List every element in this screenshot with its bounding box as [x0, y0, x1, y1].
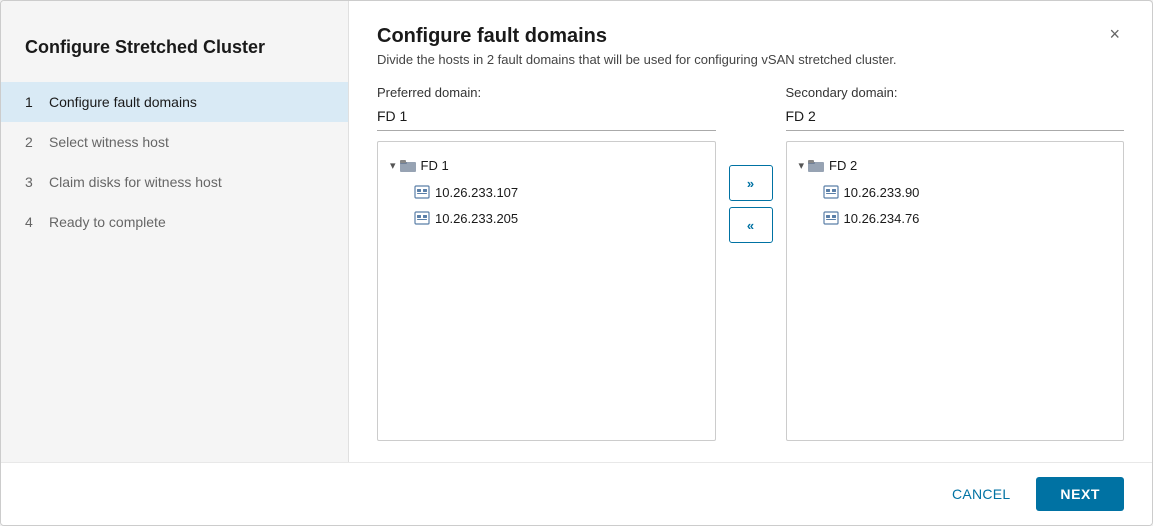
preferred-domain-section: Preferred domain: ▾ FD 1 [377, 85, 716, 441]
step-1-label: Configure fault domains [49, 94, 197, 110]
main-title: Configure fault domains [377, 25, 607, 48]
secondary-host-1-icon [823, 184, 839, 200]
preferred-host-2-row: 10.26.233.205 [378, 205, 715, 231]
preferred-host-1-icon [414, 184, 430, 200]
step-1-num: 1 [25, 94, 41, 110]
secondary-domain-box: ▾ FD 2 [786, 141, 1125, 441]
secondary-domain-label: Secondary domain: [786, 85, 1125, 100]
secondary-host-2-ip: 10.26.234.76 [844, 211, 920, 226]
preferred-host-1-ip: 10.26.233.107 [435, 185, 518, 200]
step-2-num: 2 [25, 134, 41, 150]
secondary-domain-folder-row: ▾ FD 2 [787, 152, 1124, 179]
domains-container: Preferred domain: ▾ FD 1 [377, 85, 1124, 525]
preferred-host-2-icon [414, 210, 430, 226]
preferred-host-1-row: 10.26.233.107 [378, 179, 715, 205]
move-right-button[interactable]: » [729, 165, 773, 201]
preferred-folder-chevron-icon: ▾ [390, 159, 396, 172]
transfer-buttons-area: » « [716, 85, 786, 243]
step-3-num: 3 [25, 174, 41, 190]
main-content: Configure fault domains × Divide the hos… [349, 1, 1152, 525]
preferred-folder-icon [400, 159, 416, 173]
sidebar-item-4[interactable]: 4 Ready to complete [1, 202, 348, 242]
preferred-domain-folder-row: ▾ FD 1 [378, 152, 715, 179]
secondary-folder-icon [808, 159, 824, 173]
secondary-domain-section: Secondary domain: ▾ FD 2 [786, 85, 1125, 441]
secondary-host-2-row: 10.26.234.76 [787, 205, 1124, 231]
preferred-domain-box: ▾ FD 1 [377, 141, 716, 441]
secondary-host-1-row: 10.26.233.90 [787, 179, 1124, 205]
sidebar: Configure Stretched Cluster 1 Configure … [1, 1, 349, 525]
next-button[interactable]: NEXT [1036, 477, 1124, 511]
sidebar-item-2[interactable]: 2 Select witness host [1, 122, 348, 162]
move-left-button[interactable]: « [729, 207, 773, 243]
step-2-label: Select witness host [49, 134, 169, 150]
secondary-folder-chevron-icon: ▾ [799, 159, 805, 172]
sidebar-title: Configure Stretched Cluster [1, 21, 348, 82]
preferred-host-2-ip: 10.26.233.205 [435, 211, 518, 226]
dialog-footer: CANCEL NEXT [1, 462, 1152, 525]
secondary-host-2-icon [823, 210, 839, 226]
cancel-button[interactable]: CANCEL [936, 478, 1026, 510]
sidebar-item-1[interactable]: 1 Configure fault domains [1, 82, 348, 122]
sidebar-item-3[interactable]: 3 Claim disks for witness host [1, 162, 348, 202]
main-header: Configure fault domains × [377, 25, 1124, 48]
close-button[interactable]: × [1105, 25, 1124, 43]
preferred-domain-input[interactable] [377, 104, 716, 131]
secondary-domain-input[interactable] [786, 104, 1125, 131]
secondary-domain-folder-label: FD 2 [829, 158, 857, 173]
secondary-host-1-ip: 10.26.233.90 [844, 185, 920, 200]
preferred-domain-folder-label: FD 1 [421, 158, 449, 173]
step-4-num: 4 [25, 214, 41, 230]
main-subtitle: Divide the hosts in 2 fault domains that… [377, 52, 1124, 67]
preferred-domain-label: Preferred domain: [377, 85, 716, 100]
step-4-label: Ready to complete [49, 214, 166, 230]
configure-stretched-cluster-dialog: Configure Stretched Cluster 1 Configure … [0, 0, 1153, 526]
step-3-label: Claim disks for witness host [49, 174, 222, 190]
